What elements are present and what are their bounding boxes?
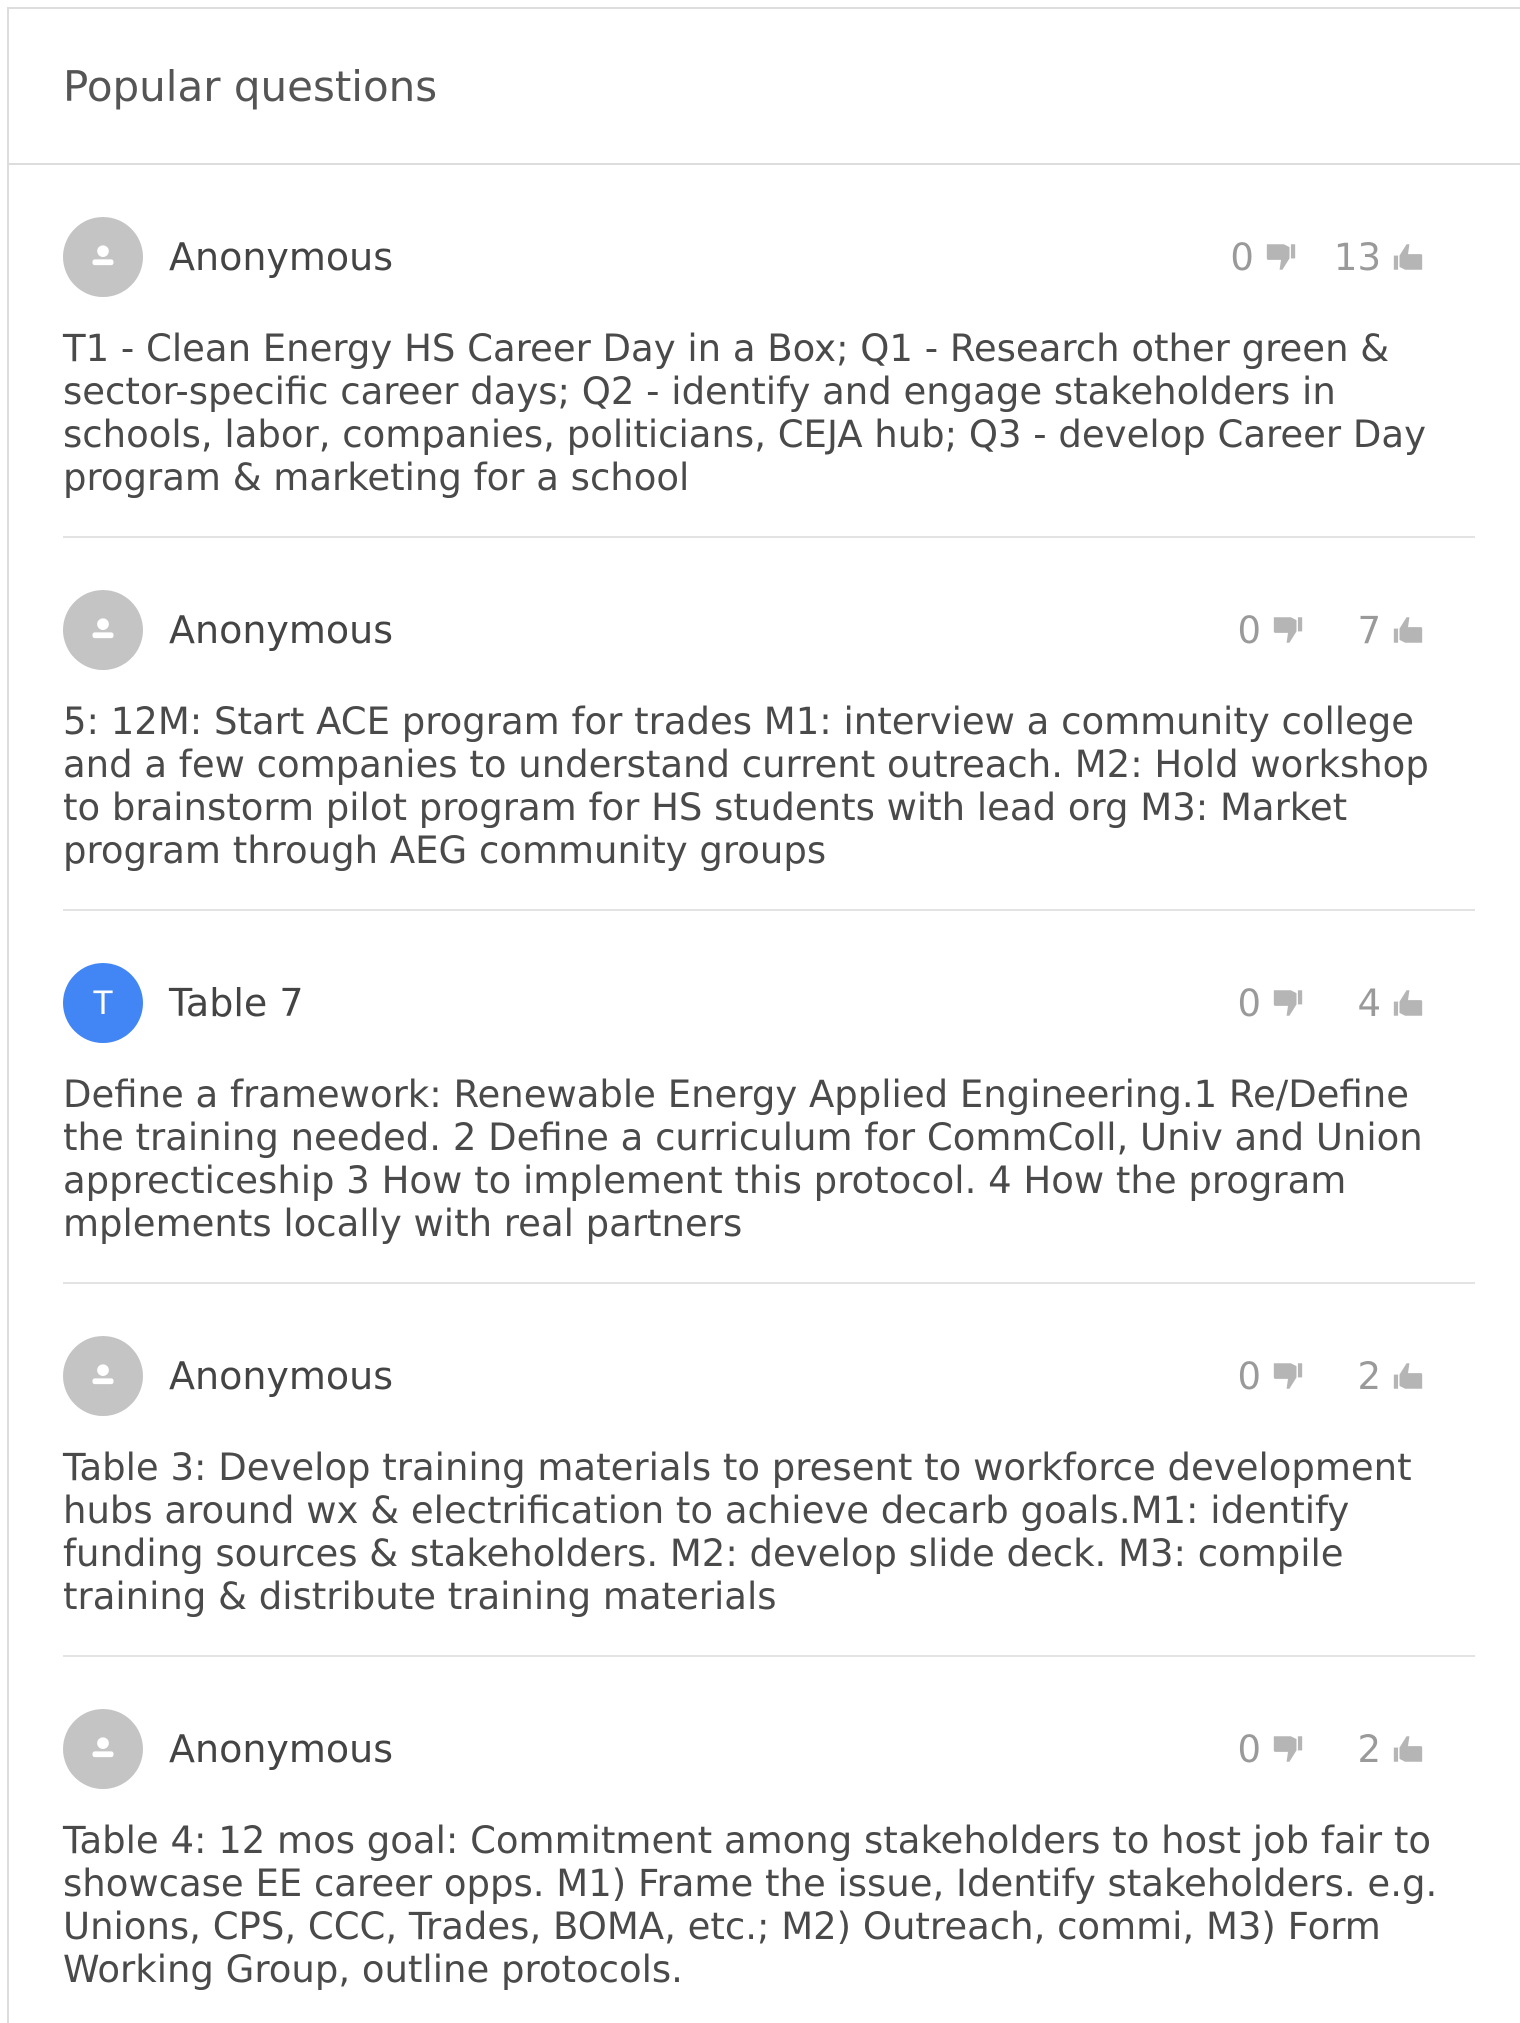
author-name: Anonymous (169, 608, 394, 652)
question-text: Define a framework: Renewable Energy App… (63, 1073, 1423, 1245)
person-icon (92, 618, 114, 639)
downvote-button[interactable]: 0 (1221, 609, 1305, 652)
upvote-button[interactable]: 2 (1341, 1355, 1425, 1398)
downvote-count: 0 (1237, 1727, 1261, 1771)
popular-questions-panel: Popular questions Anonymous 0 13 T1 - Cl… (7, 7, 1520, 2023)
avatar (63, 1709, 143, 1789)
avatar: T (63, 963, 143, 1043)
question-item: T Table 7 0 4 Define a framework: Renewa… (63, 911, 1475, 1284)
author-name: Anonymous (169, 1727, 394, 1771)
upvote-button[interactable]: 7 (1341, 609, 1425, 652)
question-text: Table 4: 12 mos goal: Commitment among s… (63, 1819, 1438, 1991)
question-header: Anonymous 0 7 (63, 590, 1475, 670)
avatar (63, 217, 143, 297)
avatar (63, 590, 143, 670)
vote-controls: 0 2 (1221, 1728, 1425, 1771)
question-item: Anonymous 0 7 5: 12M: Start ACE program … (63, 538, 1475, 911)
panel-title: Popular questions (63, 61, 438, 111)
downvote-button[interactable]: 0 (1221, 982, 1305, 1025)
upvote-button[interactable]: 4 (1341, 982, 1425, 1025)
thumbs-down-icon (1273, 617, 1303, 643)
thumbs-up-icon (1393, 1736, 1423, 1762)
question-text: T1 - Clean Energy HS Career Day in a Box… (63, 327, 1426, 499)
avatar-letter: T (92, 983, 114, 1022)
question-header: T Table 7 0 4 (63, 963, 1475, 1043)
thumbs-down-icon (1273, 1736, 1303, 1762)
vote-controls: 0 2 (1221, 1355, 1425, 1398)
downvote-button[interactable]: 0 (1221, 1355, 1305, 1398)
question-item: Anonymous 0 2 Table 3: Develop training … (63, 1284, 1475, 1657)
panel-header: Popular questions (9, 9, 1520, 165)
upvote-button[interactable]: 13 (1334, 236, 1425, 279)
question-header: Anonymous 0 2 (63, 1709, 1475, 1789)
thumbs-up-icon (1393, 990, 1423, 1016)
downvote-count: 0 (1237, 981, 1261, 1025)
upvote-count: 13 (1333, 235, 1381, 279)
vote-controls: 0 7 (1221, 609, 1425, 652)
question-item: Anonymous 0 2 Table 4: 12 mos goal: Comm… (63, 1657, 1475, 2023)
downvote-count: 0 (1230, 235, 1254, 279)
question-header: Anonymous 0 13 (63, 217, 1475, 297)
vote-controls: 0 4 (1221, 982, 1425, 1025)
person-icon (92, 245, 114, 266)
author-name: Anonymous (169, 235, 394, 279)
downvote-button[interactable]: 0 (1221, 1728, 1305, 1771)
thumbs-down-icon (1266, 244, 1296, 270)
upvote-count: 7 (1357, 608, 1381, 652)
downvote-count: 0 (1237, 1354, 1261, 1398)
upvote-button[interactable]: 2 (1341, 1728, 1425, 1771)
question-text: Table 3: Develop training materials to p… (63, 1446, 1412, 1618)
downvote-count: 0 (1237, 608, 1261, 652)
upvote-count: 4 (1357, 981, 1381, 1025)
thumbs-up-icon (1393, 1363, 1423, 1389)
vote-controls: 0 13 (1214, 236, 1425, 279)
question-header: Anonymous 0 2 (63, 1336, 1475, 1416)
person-icon (92, 1364, 114, 1385)
avatar (63, 1336, 143, 1416)
thumbs-down-icon (1273, 1363, 1303, 1389)
author-name: Anonymous (169, 1354, 394, 1398)
thumbs-up-icon (1393, 244, 1423, 270)
author-name: Table 7 (169, 981, 304, 1025)
thumbs-up-icon (1393, 617, 1423, 643)
upvote-count: 2 (1357, 1354, 1381, 1398)
question-text: 5: 12M: Start ACE program for trades M1:… (63, 700, 1429, 872)
question-list: Anonymous 0 13 T1 - Clean Energy HS Care… (9, 165, 1520, 2023)
person-icon (92, 1737, 114, 1758)
upvote-count: 2 (1357, 1727, 1381, 1771)
thumbs-down-icon (1273, 990, 1303, 1016)
question-item: Anonymous 0 13 T1 - Clean Energy HS Care… (63, 165, 1475, 538)
downvote-button[interactable]: 0 (1214, 236, 1298, 279)
